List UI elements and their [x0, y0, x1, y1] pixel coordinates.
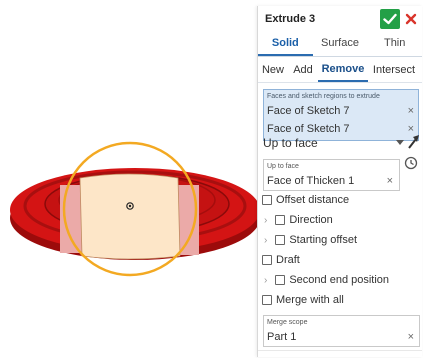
check-icon — [383, 13, 397, 25]
merge-with-all-checkbox[interactable]: Merge with all — [262, 294, 344, 306]
accept-button[interactable] — [380, 9, 400, 29]
dialog-title: Extrude 3 — [265, 13, 316, 25]
offset-distance-checkbox[interactable]: Offset distance — [262, 194, 349, 206]
remove-part-icon[interactable]: × — [408, 331, 414, 343]
operation-add[interactable]: Add — [288, 59, 318, 81]
checkbox-icon[interactable] — [262, 295, 272, 305]
offset-distance-label: Offset distance — [276, 194, 350, 206]
direction-label: Direction — [289, 214, 333, 226]
flip-direction-icon[interactable] — [407, 134, 421, 150]
chevron-down-icon — [396, 140, 404, 145]
merge-scope-field[interactable]: Merge scope Part 1 × — [263, 315, 420, 347]
up-to-face-label: Up to face — [267, 163, 299, 170]
merge-with-all-label: Merge with all — [276, 294, 344, 306]
checkbox-icon[interactable] — [275, 215, 286, 225]
operation-remove[interactable]: Remove — [318, 58, 368, 82]
draft-label: Draft — [276, 254, 300, 266]
remove-item-icon[interactable]: × — [408, 105, 414, 117]
remove-face-icon[interactable]: × — [387, 175, 393, 187]
end-type-value: Up to face — [263, 136, 318, 150]
dialog-header: Extrude 3 — [258, 6, 422, 32]
second-end-position-label: Second end position — [289, 274, 390, 286]
checkbox-icon[interactable] — [262, 195, 272, 205]
up-to-face-value: Face of Thicken 1 — [267, 175, 355, 187]
query-item[interactable]: Face of Sketch 7 × — [267, 105, 414, 117]
chevron-right-icon[interactable]: › — [264, 275, 267, 286]
direction-checkbox[interactable]: › Direction — [264, 214, 333, 226]
faces-query-label: Faces and sketch regions to extrude — [267, 93, 380, 100]
extrude-dialog: Extrude 3 Solid Surface Thin New Add Rem… — [257, 6, 422, 357]
starting-offset-label: Starting offset — [289, 234, 358, 246]
body-type-tabs: Solid Surface Thin — [258, 32, 422, 57]
up-to-face-field[interactable]: Up to face Face of Thicken 1 × — [263, 159, 400, 191]
merge-scope-label: Merge scope — [267, 319, 308, 326]
cancel-button[interactable] — [404, 12, 418, 26]
end-type-select[interactable]: Up to face — [263, 134, 421, 152]
tab-solid[interactable]: Solid — [258, 32, 313, 56]
query-item-label: Face of Sketch 7 — [267, 105, 350, 117]
merge-scope-value: Part 1 — [267, 331, 297, 343]
chevron-right-icon[interactable]: › — [264, 215, 267, 226]
operation-intersect[interactable]: Intersect — [368, 59, 420, 81]
starting-offset-checkbox[interactable]: › Starting offset — [264, 234, 357, 246]
operation-new[interactable]: New — [258, 59, 288, 81]
chevron-right-icon[interactable]: › — [264, 235, 267, 246]
close-icon — [405, 13, 417, 25]
checkbox-icon[interactable] — [275, 235, 286, 245]
draft-checkbox[interactable]: Draft — [262, 254, 300, 266]
tab-surface[interactable]: Surface — [313, 32, 368, 56]
checkbox-icon[interactable] — [275, 275, 286, 285]
clock-icon[interactable] — [404, 156, 418, 170]
tab-thin[interactable]: Thin — [367, 32, 422, 56]
second-end-position-checkbox[interactable]: › Second end position — [264, 274, 389, 286]
checkbox-icon[interactable] — [262, 255, 272, 265]
operation-tabs: New Add Remove Intersect — [258, 58, 422, 83]
